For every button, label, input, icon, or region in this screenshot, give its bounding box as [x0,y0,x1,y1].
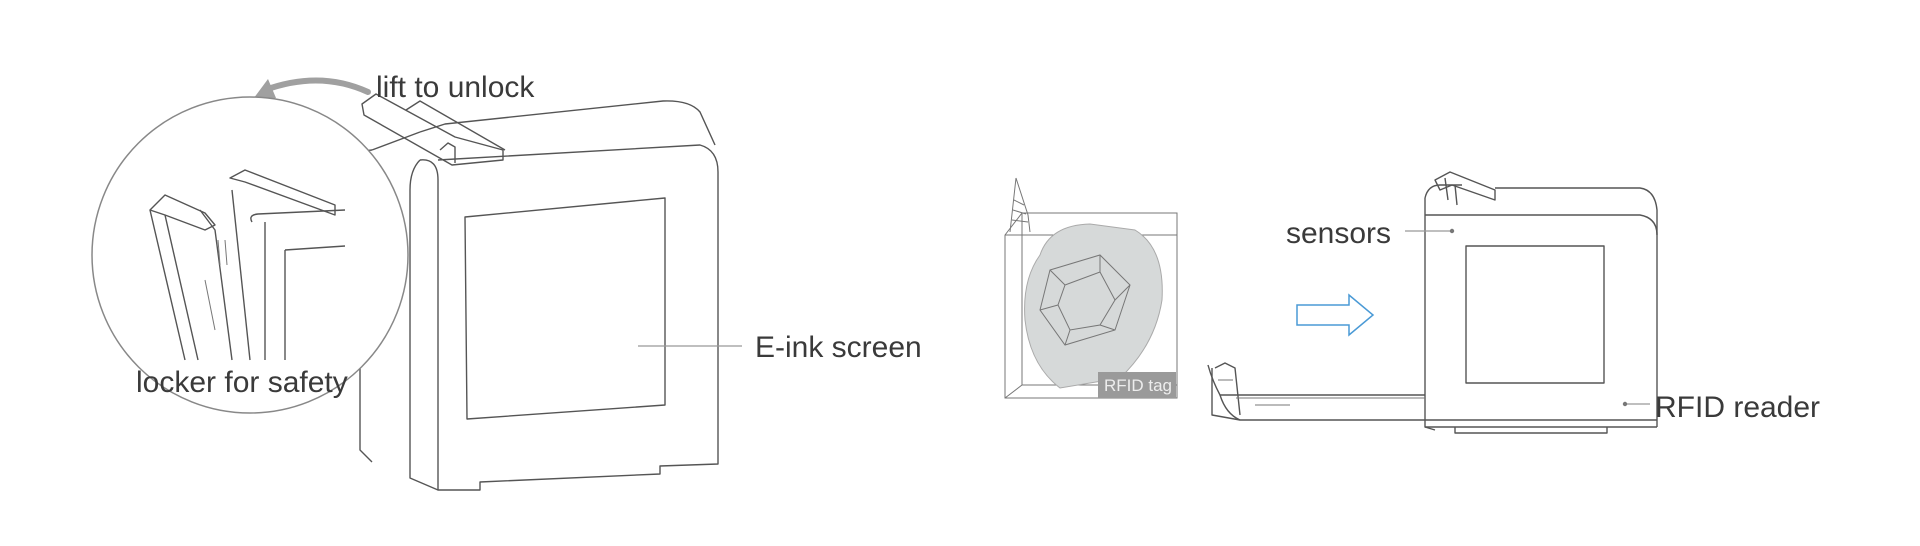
rfid-cube [1004,177,1178,399]
main-device [359,93,719,491]
e-ink-screen-label: E-ink screen [755,331,922,364]
device-diagram: lift to unlock locker for safety E-ink s… [91,71,1820,491]
reader-device [1207,171,1658,434]
rfid-tag-label: RFID tag [1104,376,1172,395]
curved-arrow-left-icon [262,77,371,95]
reader-screen-panel [1465,245,1605,384]
right-arrow-icon [1296,293,1375,337]
rfid-reader-label: RFID reader [1655,391,1820,424]
lift-to-unlock-label: lift to unlock [376,71,535,104]
e-ink-screen-panel [464,197,666,420]
filament-roll [1024,223,1163,389]
sensors-label: sensors [1286,217,1391,250]
sensors-dot [1449,228,1455,234]
rfid-reader-dot [1622,401,1628,407]
locker-for-safety-label: locker for safety [136,366,348,399]
